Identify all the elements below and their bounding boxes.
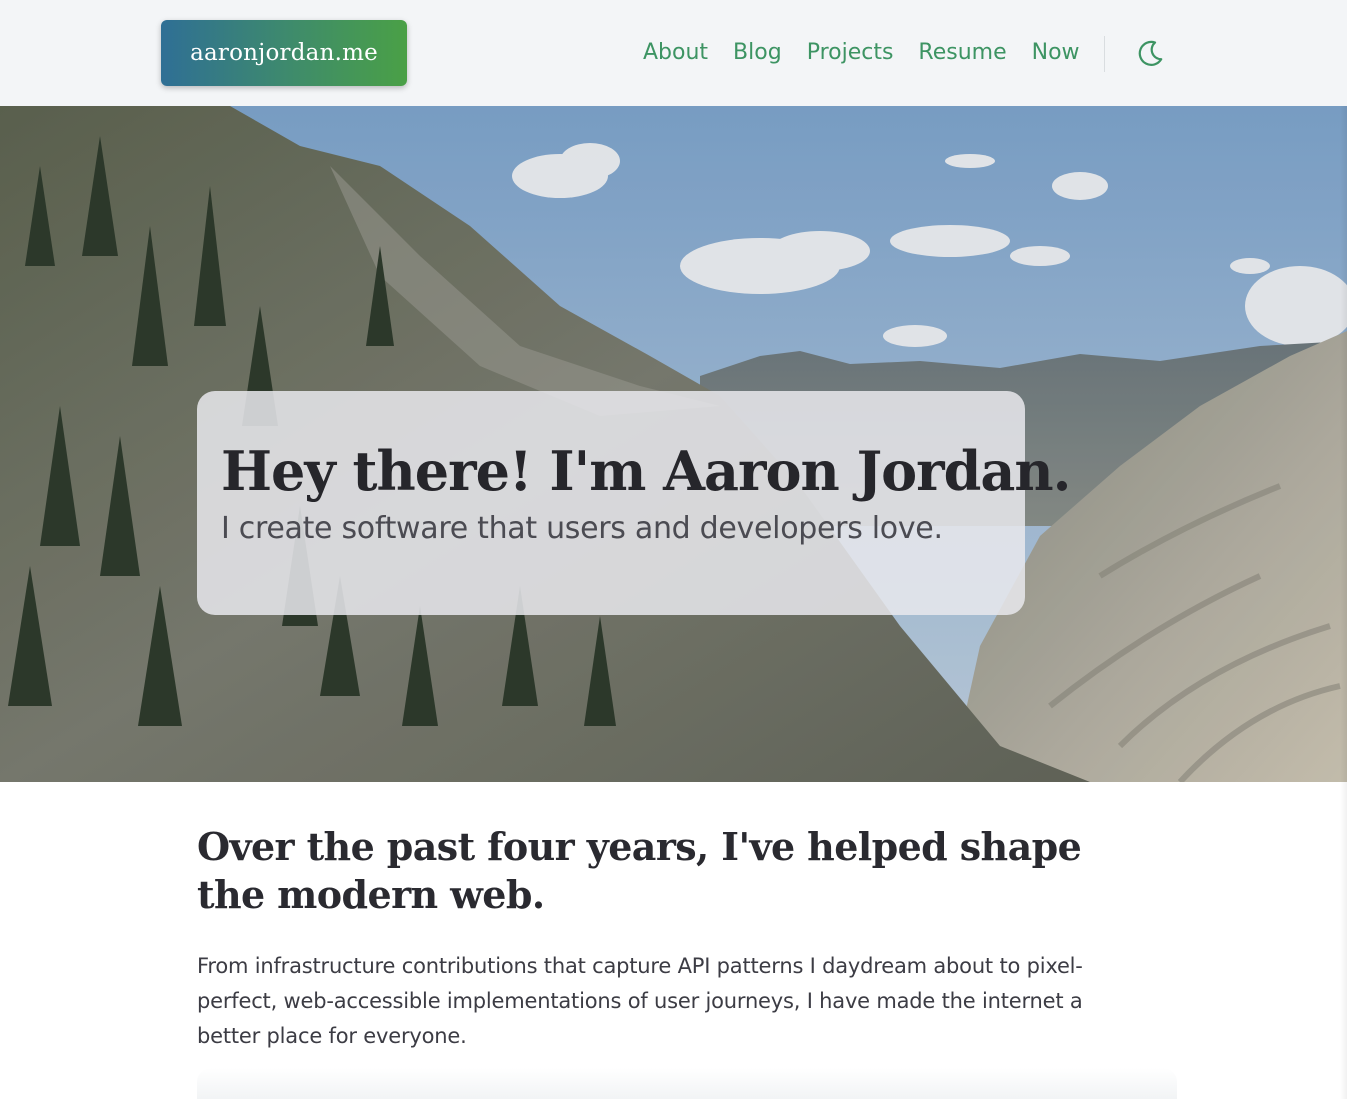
scrollbar-track[interactable]	[1340, 106, 1347, 1099]
nav-now-link[interactable]: Now	[1032, 36, 1080, 70]
site-logo-link[interactable]: aaronjordan.me	[161, 20, 407, 86]
hero-subtitle: I create software that users and develop…	[221, 511, 943, 546]
nav-projects-link[interactable]: Projects	[807, 36, 894, 70]
hero-intro-card: Hey there! I'm Aaron Jordan. I create so…	[197, 391, 1071, 615]
nav-blog-link[interactable]: Blog	[733, 36, 782, 70]
intro-heading: Over the past four years, I've helped sh…	[197, 824, 1082, 917]
site-header: aaronjordan.me About Blog Projects Resum…	[0, 0, 1347, 106]
intro-section: Over the past four years, I've helped sh…	[197, 823, 1117, 1054]
nav-resume-link[interactable]: Resume	[918, 36, 1006, 70]
nav-about-link[interactable]: About	[643, 36, 708, 70]
hero-section: Hey there! I'm Aaron Jordan. I create so…	[0, 106, 1347, 782]
next-card-edge	[197, 1068, 1177, 1099]
intro-body: From infrastructure contributions that c…	[197, 954, 1083, 1048]
nav-divider	[1104, 36, 1105, 72]
hero-title: Hey there! I'm Aaron Jordan.	[221, 439, 1071, 503]
moon-icon	[1138, 40, 1163, 66]
main-nav: About Blog Projects Resume Now	[643, 36, 1105, 70]
theme-toggle-button[interactable]	[1131, 35, 1169, 71]
